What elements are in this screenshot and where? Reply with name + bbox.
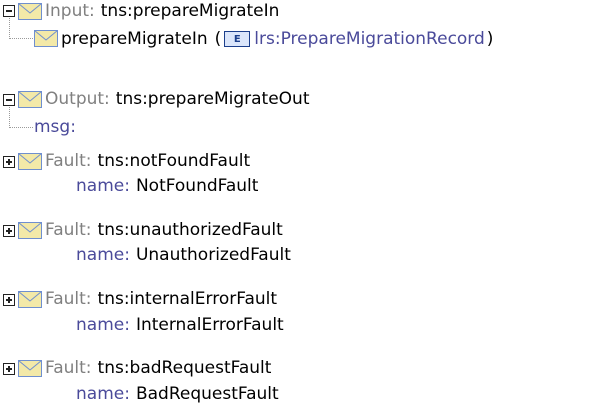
open-paren: ( xyxy=(214,29,222,49)
fault-name-row: name: InternalErrorFault xyxy=(76,312,284,338)
expand-fault-toggle[interactable] xyxy=(3,363,15,375)
fault-name-value: NotFoundFault xyxy=(135,176,259,196)
message-tree: Input: tns:prepareMigrateIn prepareMigra… xyxy=(0,0,601,409)
tree-connector xyxy=(9,107,10,128)
close-paren: ) xyxy=(486,29,494,49)
fault-name-label: name: xyxy=(76,176,130,196)
fault-name-value: UnauthorizedFault xyxy=(135,245,291,265)
element-badge-icon: E xyxy=(224,31,251,47)
fault-value: tns:internalErrorFault xyxy=(97,289,278,309)
envelope-icon xyxy=(18,3,42,20)
fault-value: tns:badRequestFault xyxy=(97,358,272,378)
fault-label: Fault: xyxy=(45,358,92,378)
fault-value: tns:notFoundFault xyxy=(97,151,251,171)
envelope-icon xyxy=(34,30,58,47)
output-part-row[interactable]: msg: xyxy=(34,114,76,140)
tree-connector xyxy=(9,127,33,128)
input-label: Input: xyxy=(45,1,95,21)
tree-connector xyxy=(9,18,10,39)
tree-connector xyxy=(9,38,33,39)
output-part-name: msg: xyxy=(34,117,76,137)
collapse-input-toggle[interactable] xyxy=(3,5,15,17)
fault-row[interactable]: Fault: tns:internalErrorFault xyxy=(45,286,277,312)
input-message-value: tns:prepareMigrateIn xyxy=(100,1,280,21)
fault-name-value: InternalErrorFault xyxy=(135,315,284,335)
fault-name-row: name: NotFoundFault xyxy=(76,173,258,199)
fault-value: tns:unauthorizedFault xyxy=(97,220,283,240)
fault-name-label: name: xyxy=(76,384,130,404)
envelope-icon xyxy=(18,91,42,108)
expand-fault-toggle[interactable] xyxy=(3,156,15,168)
fault-row[interactable]: Fault: tns:unauthorizedFault xyxy=(45,217,283,243)
input-row[interactable]: Input: tns:prepareMigrateIn xyxy=(45,0,279,24)
output-row[interactable]: Output: tns:prepareMigrateOut xyxy=(45,86,310,112)
fault-row[interactable]: Fault: tns:notFoundFault xyxy=(45,148,250,174)
input-part-type: lrs:PrepareMigrationRecord xyxy=(254,29,485,49)
output-label: Output: xyxy=(45,89,110,109)
fault-row[interactable]: Fault: tns:badRequestFault xyxy=(45,355,271,381)
fault-label: Fault: xyxy=(45,220,92,240)
fault-name-value: BadRequestFault xyxy=(135,384,279,404)
envelope-icon xyxy=(18,291,42,308)
envelope-icon xyxy=(18,360,42,377)
fault-name-row: name: UnauthorizedFault xyxy=(76,242,291,268)
expand-fault-toggle[interactable] xyxy=(3,225,15,237)
fault-name-row: name: BadRequestFault xyxy=(76,381,279,407)
expand-fault-toggle[interactable] xyxy=(3,294,15,306)
envelope-icon xyxy=(18,153,42,170)
fault-name-label: name: xyxy=(76,315,130,335)
fault-label: Fault: xyxy=(45,289,92,309)
envelope-icon xyxy=(18,222,42,239)
output-message-value: tns:prepareMigrateOut xyxy=(115,89,310,109)
collapse-output-toggle[interactable] xyxy=(3,94,15,106)
input-part-row[interactable]: prepareMigrateIn ( E lrs:PrepareMigratio… xyxy=(61,26,493,52)
input-part-name: prepareMigrateIn xyxy=(61,29,208,49)
fault-name-label: name: xyxy=(76,245,130,265)
fault-label: Fault: xyxy=(45,151,92,171)
